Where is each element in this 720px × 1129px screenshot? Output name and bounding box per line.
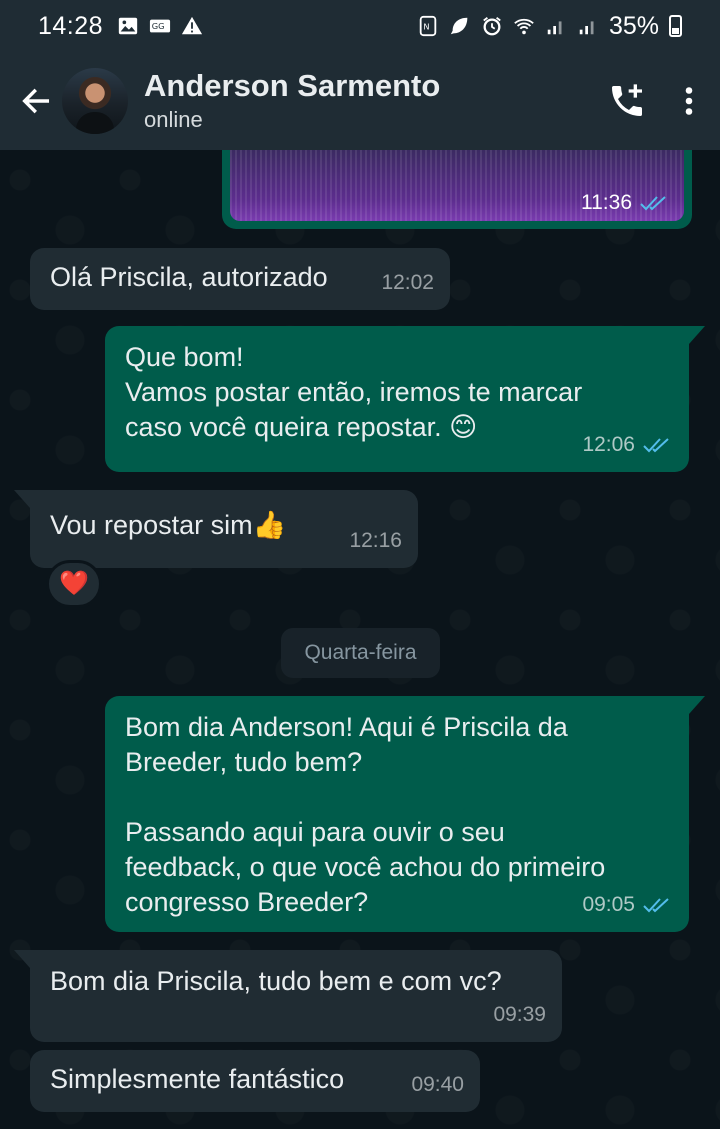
chat-header: Anderson Sarmento online [0, 52, 720, 150]
message-time: 09:39 [493, 1003, 546, 1026]
svg-text:N: N [423, 22, 429, 32]
signal-icon [579, 21, 594, 35]
incoming-message[interactable]: Simplesmente fantástico 09:40 [30, 1050, 480, 1112]
read-ticks-icon [643, 897, 669, 912]
chat-area[interactable]: 11:36 Olá Priscila, autorizado 12:02 Que… [0, 150, 720, 1129]
read-ticks-icon [643, 437, 669, 452]
message-time: 09:40 [411, 1073, 464, 1096]
message-time: 12:02 [381, 271, 434, 294]
heart-reaction: ❤️ [59, 570, 89, 597]
outgoing-message[interactable]: Que bom! Vamos postar então, iremos te m… [105, 326, 705, 472]
contact-status: online [144, 107, 203, 132]
battery-icon [669, 15, 682, 37]
add-call-button[interactable] [596, 70, 658, 132]
status-bar: 14:28 GG N 35% [0, 0, 720, 52]
status-time: 14:28 [38, 11, 104, 40]
signal-icon [547, 21, 562, 35]
avatar[interactable] [62, 68, 128, 134]
message-text: Bom dia Anderson! Aqui é Priscila da Bre… [125, 712, 606, 917]
contact-info[interactable]: Anderson Sarmento online [144, 67, 440, 135]
message-time: 09:05 [582, 893, 635, 916]
nfc-icon: N [419, 15, 437, 37]
incoming-message[interactable]: Olá Priscila, autorizado 12:02 [30, 248, 450, 310]
incoming-message[interactable]: Vou repostar sim👍 12:16 [14, 490, 418, 568]
dialer-icon: GG [149, 19, 171, 33]
more-options-button[interactable] [658, 70, 720, 132]
alarm-icon [483, 17, 501, 36]
add-call-icon [612, 84, 642, 116]
contact-name: Anderson Sarmento [144, 68, 441, 103]
message-text: Simplesmente fantástico [50, 1064, 345, 1094]
outgoing-message[interactable]: Bom dia Anderson! Aqui é Priscila da Bre… [105, 696, 705, 932]
more-vertical-icon [685, 87, 693, 115]
message-time: 11:36 [581, 191, 632, 214]
message-time: 12:06 [582, 433, 635, 456]
read-ticks-icon [640, 196, 666, 211]
date-divider: Quarta-feira [281, 628, 440, 678]
audio-waveform-image: 11:36 [230, 150, 684, 221]
message-text: Bom dia Priscila, tudo bem e com vc? [50, 966, 502, 996]
incoming-message[interactable]: Bom dia Priscila, tudo bem e com vc? 09:… [14, 950, 562, 1042]
wifi-icon [514, 18, 534, 35]
message-time: 12:16 [349, 529, 402, 552]
leaf-icon [450, 17, 468, 35]
battery-percent: 35% [608, 11, 659, 40]
message-text: Que bom! Vamos postar então, iremos te m… [125, 342, 583, 442]
message-text: Olá Priscila, autorizado [50, 262, 328, 292]
media-message[interactable]: 11:36 [222, 150, 692, 229]
back-arrow-icon [22, 88, 50, 114]
message-text: Vou repostar sim👍 [50, 510, 287, 540]
back-button[interactable] [6, 71, 66, 131]
image-icon [118, 17, 138, 35]
svg-text:GG: GG [152, 21, 165, 31]
reaction-badge[interactable]: ❤️ [46, 560, 102, 608]
warning-icon [181, 16, 203, 35]
